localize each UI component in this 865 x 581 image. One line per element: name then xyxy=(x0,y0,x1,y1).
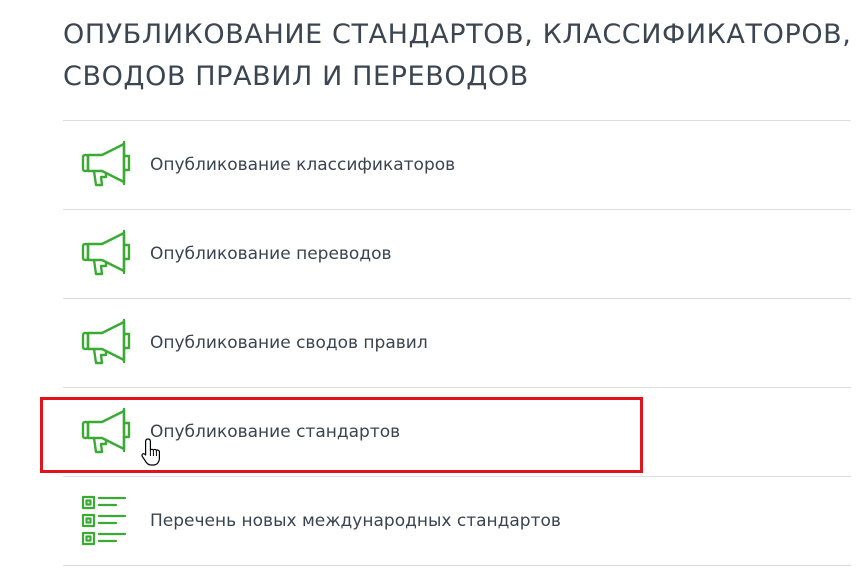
menu-item-label: Опубликование стандартов xyxy=(150,422,401,442)
menu-item-standards[interactable]: Опубликование стандартов xyxy=(63,388,851,477)
menu-item-new-international-standards[interactable]: Перечень новых международных стандартов xyxy=(63,477,851,566)
menu-item-label: Опубликование сводов правил xyxy=(150,333,428,353)
hand-cursor-icon xyxy=(140,437,166,469)
checklist-icon xyxy=(80,495,134,547)
menu-item-label: Опубликование классификаторов xyxy=(150,155,456,175)
menu-item-translations[interactable]: Опубликование переводов xyxy=(63,210,851,299)
menu-item-classifiers[interactable]: Опубликование классификаторов xyxy=(63,121,851,210)
megaphone-icon xyxy=(80,228,134,280)
megaphone-icon xyxy=(80,317,134,369)
menu-item-label: Перечень новых международных стандартов xyxy=(150,511,561,531)
page-title: ОПУБЛИКОВАНИЕ СТАНДАРТОВ, КЛАССИФИКАТОРО… xyxy=(63,19,852,92)
menu-item-label: Опубликование переводов xyxy=(150,244,392,264)
menu-item-codes-of-practice[interactable]: Опубликование сводов правил xyxy=(63,299,851,388)
publication-menu: Опубликование классификаторов Опубликова… xyxy=(63,120,851,566)
megaphone-icon xyxy=(80,406,134,458)
megaphone-icon xyxy=(80,139,134,191)
